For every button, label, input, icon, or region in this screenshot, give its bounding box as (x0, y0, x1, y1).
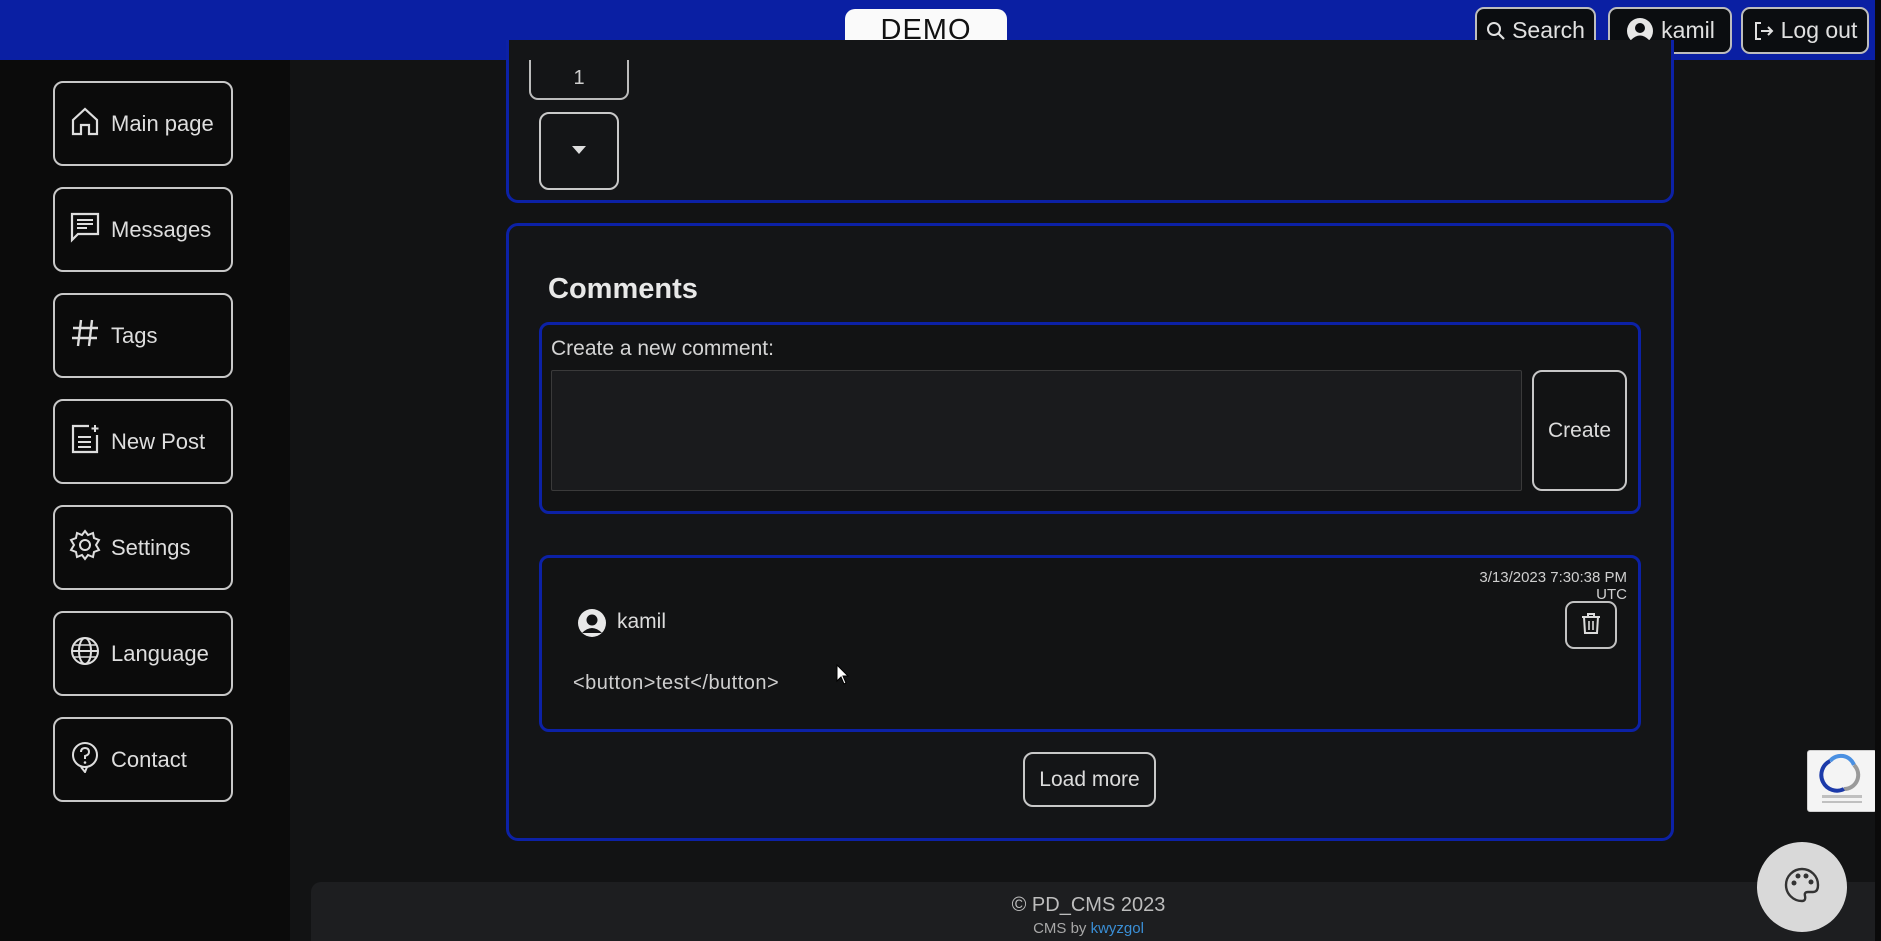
sidebar-item-tags[interactable]: Tags (53, 293, 233, 378)
comments-section (506, 223, 1674, 841)
sidebar-item-settings[interactable]: Settings (53, 505, 233, 590)
sidebar-item-label: Language (111, 640, 209, 666)
footer: © PD_CMS 2023 CMS by kwyzgol (311, 882, 1881, 941)
hash-icon (69, 317, 101, 355)
sidebar-item-label: Contact (111, 746, 187, 772)
sidebar-item-label: Settings (111, 534, 191, 560)
sidebar-item-messages[interactable]: Messages (53, 187, 233, 272)
logout-icon (1753, 20, 1775, 42)
globe-icon (69, 635, 101, 673)
footer-credits-prefix: CMS by (1033, 920, 1091, 937)
comments-heading: Comments (548, 273, 698, 305)
post-card (506, 40, 1674, 203)
logout-button-label: Log out (1780, 17, 1858, 43)
sidebar-item-label: Main page (111, 110, 214, 136)
sidebar-item-label: New Post (111, 428, 206, 454)
search-icon (1486, 21, 1506, 41)
comment-text: <button>test</button> (573, 672, 780, 694)
palette-icon (1783, 866, 1821, 909)
comment-timestamp: 3/13/2023 7:30:38 PM UTC (1479, 569, 1627, 603)
gear-icon (69, 528, 101, 567)
comment-textarea[interactable] (551, 370, 1522, 491)
vote-count: 1 (529, 60, 629, 100)
theme-toggle-button[interactable] (1757, 842, 1847, 932)
mouse-cursor-icon (836, 663, 850, 691)
caret-down-icon (571, 142, 587, 160)
new-post-icon (69, 423, 101, 461)
create-comment-button[interactable]: Create (1532, 370, 1627, 491)
sidebar-item-label: Tags (111, 322, 158, 348)
delete-comment-button[interactable] (1565, 601, 1617, 649)
sidebar-item-label: Messages (111, 216, 212, 242)
author-link[interactable]: kwyzgol (1091, 920, 1144, 937)
user-avatar-icon (576, 607, 608, 644)
footer-copyright: © PD_CMS 2023 (1011, 894, 1166, 916)
downvote-button[interactable] (539, 112, 619, 190)
load-more-button[interactable]: Load more (1023, 752, 1156, 807)
footer-credits: CMS by kwyzgol (311, 920, 1866, 937)
scrollbar[interactable] (1875, 0, 1881, 941)
sidebar-item-main-page[interactable]: Main page (53, 81, 233, 166)
trash-icon (1581, 612, 1601, 639)
comment-author[interactable]: kamil (617, 610, 666, 634)
new-comment-label: Create a new comment: (551, 337, 774, 360)
logout-button[interactable]: Log out (1741, 7, 1869, 54)
recaptcha-badge[interactable] (1807, 750, 1877, 812)
sidebar-item-contact[interactable]: Contact (53, 717, 233, 802)
sidebar-item-new-post[interactable]: New Post (53, 399, 233, 484)
question-icon (69, 741, 101, 779)
recaptcha-icon (1808, 753, 1876, 815)
sidebar: Main page Messages Tags New Post Setting… (0, 60, 290, 941)
sidebar-item-language[interactable]: Language (53, 611, 233, 696)
message-icon (69, 211, 101, 249)
home-icon (69, 105, 101, 143)
